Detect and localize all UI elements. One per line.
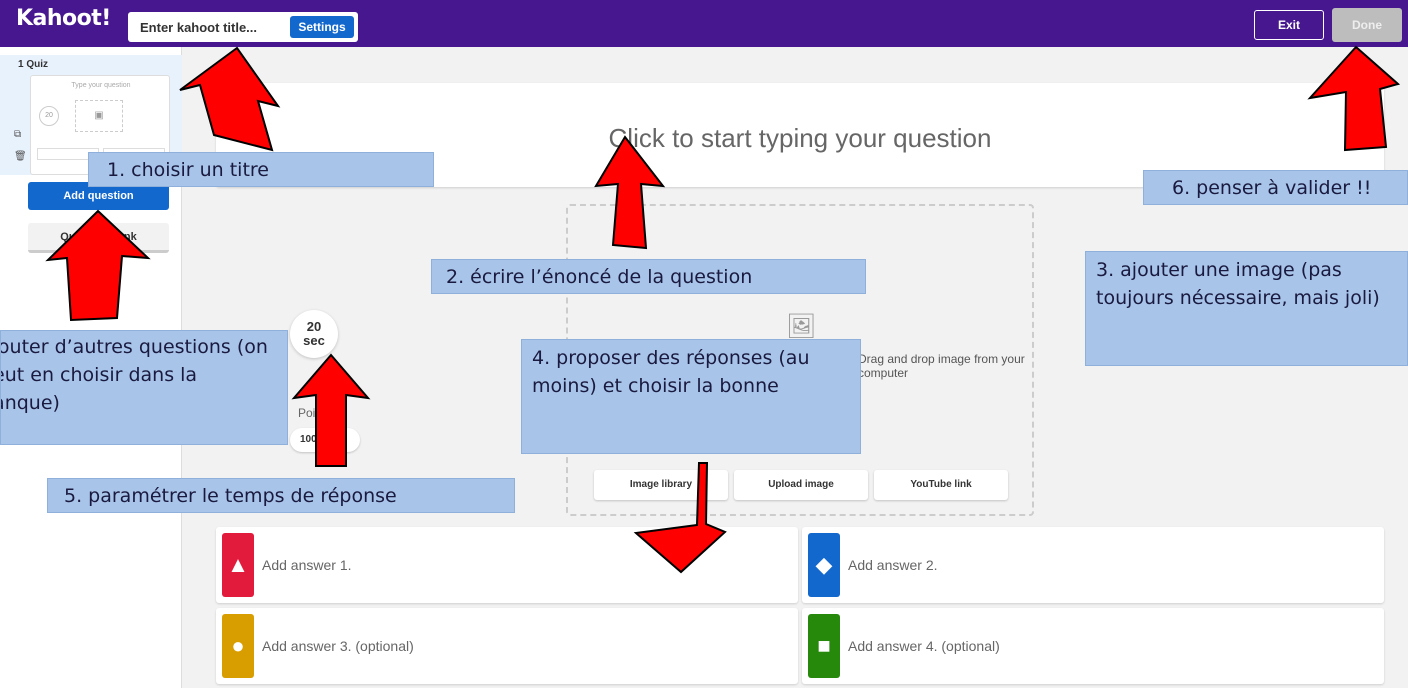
title-box: Settings bbox=[128, 12, 358, 42]
note-add-questions-text: ajouter d’autres questions (on peut en c… bbox=[1, 336, 268, 414]
answer-2-shape: ◆ bbox=[808, 533, 840, 597]
thumb-question: Type your question bbox=[71, 82, 131, 89]
settings-button[interactable]: Settings bbox=[290, 16, 354, 38]
answer-1-shape: ▲ bbox=[222, 533, 254, 597]
upload-image-button[interactable]: Upload image bbox=[734, 470, 868, 500]
answer-field-3[interactable]: ● Add answer 3. (optional) bbox=[216, 608, 798, 684]
image-icon: 🖼 bbox=[786, 313, 817, 340]
note-step-5: 5. paramétrer le temps de réponse bbox=[47, 478, 515, 513]
note-add-questions: ajouter d’autres questions (on peut en c… bbox=[0, 330, 288, 445]
note-step-3: 3. ajouter une image (pas toujours néces… bbox=[1085, 251, 1408, 366]
note-step-1: 1. choisir un titre bbox=[88, 152, 434, 187]
points-label: Points bbox=[298, 406, 332, 420]
square-icon: ■ bbox=[817, 633, 831, 658]
time-limit-selector[interactable]: 20 sec bbox=[290, 310, 338, 358]
duplicate-icon[interactable]: ⧉ bbox=[14, 129, 21, 140]
top-bar: Kahoot! Settings Exit Done bbox=[0, 0, 1408, 47]
answer-field-1[interactable]: ▲ Add answer 1. bbox=[216, 527, 798, 603]
answer-3-shape: ● bbox=[222, 614, 254, 678]
answer-4-shape: ■ bbox=[808, 614, 840, 678]
exit-button[interactable]: Exit bbox=[1254, 10, 1324, 40]
trash-icon[interactable]: 🗑 bbox=[14, 151, 27, 162]
question-bank-button[interactable]: Question bank bbox=[28, 223, 169, 253]
question-placeholder: Click to start typing your question bbox=[608, 123, 992, 153]
answer-field-4[interactable]: ■ Add answer 4. (optional) bbox=[802, 608, 1384, 684]
thumb-image-icon: ▣ bbox=[75, 100, 123, 132]
note-step-2: 2. écrire l’énoncé de la question bbox=[431, 259, 866, 294]
slide-label: 1 Quiz bbox=[18, 59, 49, 70]
done-button[interactable]: Done bbox=[1332, 8, 1402, 42]
points-selector[interactable]: 1000 bbox=[290, 428, 360, 452]
youtube-link-button[interactable]: YouTube link bbox=[874, 470, 1008, 500]
circle-icon: ● bbox=[231, 633, 245, 658]
triangle-icon: ▲ bbox=[227, 552, 249, 577]
kahoot-logo: Kahoot! bbox=[16, 6, 111, 31]
note-step-4: 4. proposer des réponses (au moins) et c… bbox=[521, 339, 861, 454]
timer-value: 20 bbox=[306, 319, 322, 334]
diamond-icon: ◆ bbox=[815, 552, 833, 577]
timer-unit: sec bbox=[303, 333, 325, 348]
answer-3-placeholder: Add answer 3. (optional) bbox=[262, 638, 414, 654]
thumb-timer: 20 bbox=[39, 106, 59, 126]
kahoot-title-input[interactable] bbox=[128, 12, 288, 42]
answer-4-placeholder: Add answer 4. (optional) bbox=[848, 638, 1000, 654]
note-step-6: 6. penser à valider !! bbox=[1143, 170, 1408, 205]
answer-field-2[interactable]: ◆ Add answer 2. bbox=[802, 527, 1384, 603]
image-library-button[interactable]: Image library bbox=[594, 470, 728, 500]
answer-1-placeholder: Add answer 1. bbox=[262, 557, 352, 573]
media-drop-text: Drag and drop image from your computer bbox=[858, 352, 1025, 380]
answer-2-placeholder: Add answer 2. bbox=[848, 557, 938, 573]
